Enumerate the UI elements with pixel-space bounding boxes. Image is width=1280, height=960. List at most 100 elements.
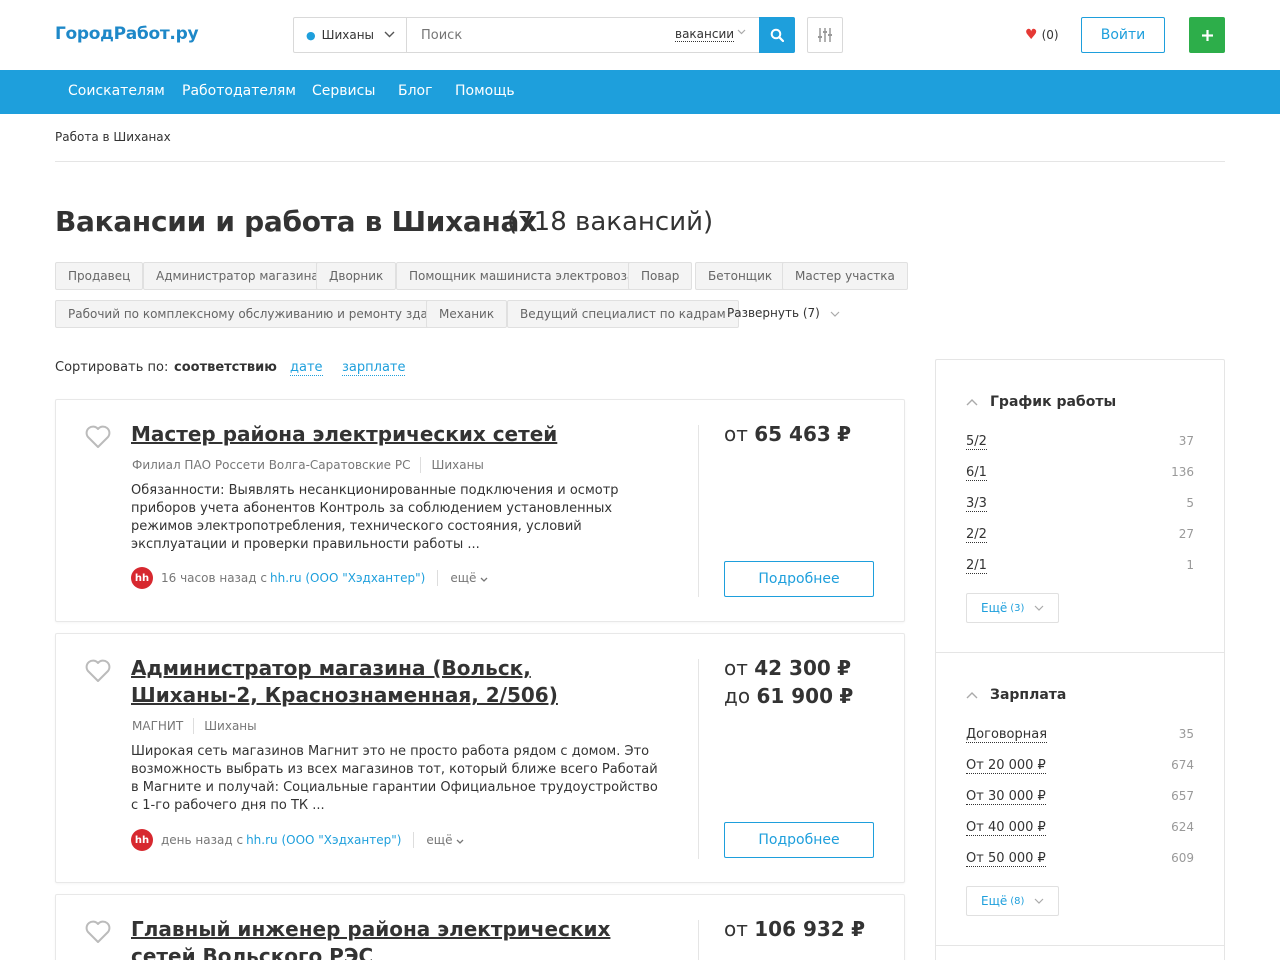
salary: от 106 932 ₽ [724,915,865,943]
sliders-icon [818,28,832,42]
company-name[interactable]: Филиал ПАО Россети Волга-Саратовские РС [132,458,410,472]
sort-option-salary[interactable]: зарплате [342,360,406,376]
hh-logo-icon: hh [131,829,153,851]
filter-option-label[interactable]: 3/3 [966,496,987,512]
filter-option-count: 609 [1171,851,1194,865]
search-input[interactable] [407,18,794,52]
vacancy-title[interactable]: Мастер района электрических сетей [131,421,631,448]
vacancy-title[interactable]: Главный инженер района электрических сет… [131,916,631,960]
vacancy-title[interactable]: Администратор магазина (Вольск, Шиханы-2… [131,655,631,709]
nav-item-employers[interactable]: Работодателям [182,83,296,99]
chevron-up-icon [966,395,978,409]
company-name[interactable]: МАГНИТ [132,719,183,733]
vacancy-meta: МАГНИТ Шиханы [132,718,257,734]
filter-option-label[interactable]: От 50 000 ₽ [966,851,1046,867]
filter-option: 6/1 136 [966,465,1194,481]
chevron-down-icon [1034,603,1044,614]
filter-option: 3/3 5 [966,496,1194,512]
filter-option-count: 35 [1178,727,1194,741]
details-button[interactable]: Подробнее [724,822,874,858]
more-menu[interactable]: ещё [426,833,464,847]
search-bar: ● Шиханы вакансии [293,17,795,53]
filter-option-label[interactable]: От 30 000 ₽ [966,789,1046,805]
tag-chip[interactable]: Продавец [55,262,144,290]
more-button-count: (3) [1010,602,1025,614]
chevron-up-icon [966,688,978,702]
favorites-count: (0) [1041,28,1059,42]
more-menu[interactable]: ещё [450,571,488,585]
filter-option-label[interactable]: Договорная [966,727,1048,743]
chevron-down-icon [830,309,840,320]
sort-option-date[interactable]: дате [290,360,323,376]
filter-option: 2/2 27 [966,527,1194,543]
hh-logo-icon: hh [131,567,153,589]
tag-chip[interactable]: Механик [426,300,508,328]
vacancy-source: hh день назад с hh.ru (ООО "Хэдхантер") … [131,829,464,851]
vacancy-source: hh 16 часов назад с hh.ru (ООО "Хэдханте… [131,567,488,589]
tag-chip[interactable]: Администратор магазина [143,262,332,290]
filter-option-count: 37 [1178,434,1194,448]
city-select-value: Шиханы [321,28,375,42]
login-button[interactable]: Войти [1081,17,1165,53]
nav-item-help[interactable]: Помощь [455,83,515,99]
salary-prefix: от [724,917,748,941]
filter-option-label[interactable]: 2/1 [966,558,987,574]
salary-from: от 42 300 ₽ [724,654,851,682]
tag-chip[interactable]: Мастер участка [782,262,908,290]
filter-option-label[interactable]: 5/2 [966,434,987,450]
tag-chip[interactable]: Бетонщик [695,262,786,290]
nav-item-blog[interactable]: Блог [398,83,432,99]
details-button[interactable]: Подробнее [724,561,874,597]
salary-prefix: до [724,684,751,708]
more-button-label: Ещё [981,601,1008,615]
search-type-select[interactable]: вакансии [675,27,735,42]
favorite-heart-icon[interactable] [85,425,111,454]
city-select[interactable]: ● Шиханы [294,18,407,52]
filter-schedule-header[interactable]: График работы [966,394,1116,410]
vacancy-card: Мастер района электрических сетей Филиал… [55,399,905,622]
tag-chip[interactable]: Дворник [316,262,397,290]
more-menu-label: ещё [450,571,477,585]
vacancy-card: Администратор магазина (Вольск, Шиханы-2… [55,633,905,883]
favorite-heart-icon[interactable] [85,920,111,949]
filter-option-count: 657 [1171,789,1194,803]
source-link[interactable]: hh.ru (ООО "Хэдхантер") [246,833,401,847]
filter-option-count: 674 [1171,758,1194,772]
add-vacancy-button[interactable] [1189,17,1225,53]
card-divider [698,659,699,859]
more-button-count: (8) [1010,895,1025,907]
separator [413,832,415,848]
tag-chip[interactable]: Ведущий специалист по кадрам [507,300,739,328]
filter-salary-header[interactable]: Зарплата [966,687,1066,703]
source-link[interactable]: hh.ru (ООО "Хэдхантер") [270,571,425,585]
filter-option-label[interactable]: От 20 000 ₽ [966,758,1046,774]
tag-chip[interactable]: Рабочий по комплексному обслуживанию и р… [55,300,465,328]
filter-option-label[interactable]: 2/2 [966,527,987,543]
search-icon [770,28,784,42]
salary-prefix: от [724,422,748,446]
card-divider [698,425,699,597]
nav-item-services[interactable]: Сервисы [312,83,375,99]
more-menu-label: ещё [426,833,453,847]
tag-chip[interactable]: Помощник машиниста электровоза [396,262,648,290]
filter-option-label[interactable]: 6/1 [966,465,987,481]
site-logo[interactable]: ГородРабот.ру [55,24,199,44]
separator [193,718,195,734]
search-button[interactable] [759,17,795,53]
separator [420,457,422,473]
main-nav: Соискателям Работодателям Сервисы Блог П… [0,70,1280,114]
filter-salary-more-button[interactable]: Ещё (8) [966,886,1060,916]
heart-icon: ♥ [1025,27,1038,43]
filters-button[interactable] [807,17,843,53]
breadcrumb[interactable]: Работа в Шиханах [55,130,171,144]
nav-item-job-seekers[interactable]: Соискателям [68,83,165,99]
tag-chip[interactable]: Повар [628,262,693,290]
chevron-down-icon [384,30,395,41]
filter-option-label[interactable]: От 40 000 ₽ [966,820,1046,836]
expand-tags-button[interactable]: Развернуть (7) [727,306,840,320]
filter-option: От 40 000 ₽ 624 [966,820,1194,836]
sort-option-relevance[interactable]: соответствию [174,360,277,375]
filter-schedule-more-button[interactable]: Ещё (3) [966,593,1060,623]
favorites-link[interactable]: ♥ (0) [1025,27,1059,43]
favorite-heart-icon[interactable] [85,659,111,688]
